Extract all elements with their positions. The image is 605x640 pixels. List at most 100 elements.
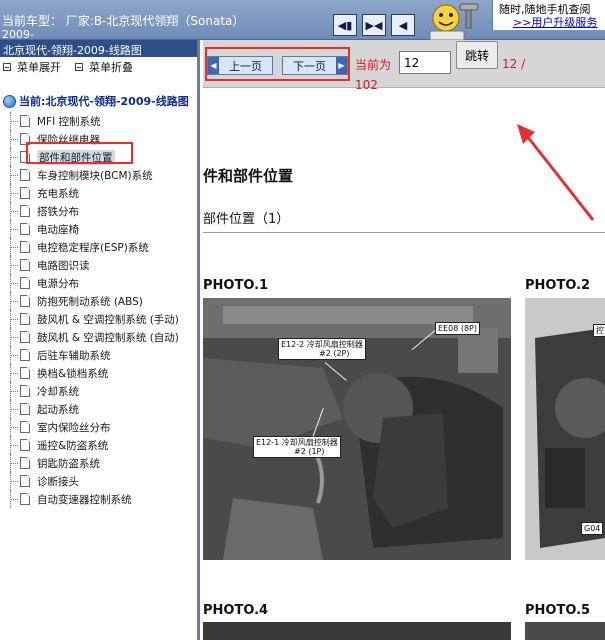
document-icon [20,421,30,433]
prev-next-button[interactable]: ▶◀ [362,14,386,36]
callout-e12-1-sub: #2 (1P) [294,447,325,456]
sidebar-item[interactable]: 电动座椅 [0,220,197,238]
photo4-image [203,622,511,640]
document-icon [20,223,30,235]
document-icon [20,367,30,379]
callout-photo2-top: 控 [593,324,605,337]
sidebar-item-label: 电源分布 [37,277,79,290]
globe-icon [3,94,16,108]
callout-e12-2-title: E12-2 冷却风扇控制器 [281,340,363,349]
document-icon [20,349,30,361]
document-icon [20,475,30,487]
sidebar-item[interactable]: 鼓风机 & 空调控制系统 (自动) [0,328,197,346]
sidebar-item[interactable]: 起动系统 [0,400,197,418]
callout-e12-1: E12-1 冷却风扇控制器 #2 (1P) [253,436,341,458]
page-total-part1: 12 / [502,57,526,71]
sidebar-item-label: 电动座椅 [37,223,79,236]
callout-e12-2-sub: #2 (2P) [319,349,350,358]
sidebar-item[interactable]: 室内保险丝分布 [0,418,197,436]
sidebar-item-label: 搭铁分布 [37,205,79,218]
annotation-arrow-icon [517,124,595,221]
page-total-part2: 102 [355,78,378,92]
document-icon [20,385,30,397]
sidebar-item-label: MFI 控制系统 [37,115,101,128]
sidebar-item[interactable]: MFI 控制系统 [0,112,197,130]
sidebar-item-label: 鼓风机 & 空调控制系统 (自动) [37,331,179,344]
photo1-image: E12-2 冷却风扇控制器 #2 (2P) EE08 (8P) E12-1 冷却… [203,298,511,560]
sidebar: 北京现代-领翔-2009-线路图 菜单展开 菜单折叠 当前:北京现代-领翔-20… [0,40,200,640]
sidebar-item-label: 遥控&防盗系统 [37,439,109,452]
document-icon [20,439,30,451]
main-content: ◀ 上一页 下一页 ▶ 当前为 跳转 12 / 102 件和部件位置 部件位置（… [203,40,605,640]
document-icon [20,331,30,343]
tree-list: MFI 控制系统 保险丝继电器 部件和部件位置 车身控制模块(BCM)系统 充电系统 搭铁… [0,112,197,508]
sidebar-item-label: 充电系统 [37,187,79,200]
first-page-button[interactable]: ◀▮ [333,14,357,36]
sidebar-item[interactable]: 冷却系统 [0,382,197,400]
sidebar-item[interactable]: 后驻车辅助系统 [0,346,197,364]
photo2-label: PHOTO.2 [525,278,591,293]
menu-expand-label: 菜单展开 [17,61,61,74]
jump-button[interactable]: 跳转 [456,41,498,69]
sidebar-item[interactable]: 钥匙防盗系统 [0,454,197,472]
document-icon [20,187,30,199]
sidebar-item[interactable]: 鼓风机 & 空调控制系统 (手动) [0,310,197,328]
document-icon [20,205,30,217]
sub-title: 部件位置（1） [203,212,290,227]
menu-ops: 菜单展开 菜单折叠 [0,57,197,77]
section-title: 件和部件位置 [203,167,294,185]
document-icon [20,295,30,307]
sidebar-item-label: 鼓风机 & 空调控制系统 (手动) [37,313,179,326]
prev-next-icon: ▶◀ [365,18,383,32]
sidebar-item-label: 起动系统 [37,403,79,416]
collapse-icon [75,63,83,71]
sidebar-item[interactable]: 搭铁分布 [0,202,197,220]
sidebar-item-label: 自动变速器控制系统 [37,493,132,506]
sidebar-item[interactable]: 充电系统 [0,184,197,202]
photo5-image [525,622,605,640]
document-icon [20,169,30,181]
prev-button[interactable]: ◀ [391,14,415,36]
menu-collapse-button[interactable]: 菜单折叠 [75,59,133,75]
document-icon [20,277,30,289]
sidebar-item[interactable]: 电路图识读 [0,256,197,274]
sidebar-item[interactable]: 自动变速器控制系统 [0,490,197,508]
menu-expand-button[interactable]: 菜单展开 [3,59,61,75]
sidebar-item[interactable]: 换档&锁档系统 [0,364,197,382]
sidebar-title: 北京现代-领翔-2009-线路图 [0,40,197,57]
photo1-label: PHOTO.1 [203,278,269,293]
menu-collapse-label: 菜单折叠 [89,61,133,74]
sidebar-item[interactable]: 遥控&防盗系统 [0,436,197,454]
sidebar-item[interactable]: 车身控制模块(BCM)系统 [0,166,197,184]
selection-highlight [26,142,133,164]
document-icon [20,115,30,127]
callout-e12-1-title: E12-1 冷却风扇控制器 [256,438,338,447]
first-page-icon: ◀▮ [337,18,353,32]
sidebar-item[interactable]: 电源分布 [0,274,197,292]
sidebar-item[interactable]: 电控稳定程序(ESP)系统 [0,238,197,256]
sidebar-item-label: 电路图识读 [37,259,90,272]
sidebar-item-label: 室内保险丝分布 [37,421,111,434]
photo5-label: PHOTO.5 [525,603,591,618]
sidebar-item[interactable]: 诊断接头 [0,472,197,490]
sidebar-item[interactable]: 防抱死制动系统 (ABS) [0,292,197,310]
page-navbar: ◀ 上一页 下一页 ▶ 当前为 跳转 12 / 102 [203,40,605,92]
current-page-label: 当前为 [355,58,392,72]
tree-root[interactable]: 当前:北京现代-领翔-2009-线路图 [3,93,189,109]
page-number-input[interactable] [399,51,451,74]
callout-photo2-bottom: G04 [581,522,604,535]
upgrade-link[interactable]: >>用户升级服务 [513,14,597,30]
callout-e12-2: E12-2 冷却风扇控制器 #2 (2P) [278,338,366,360]
document-icon [20,493,30,505]
nav-highlight-box [205,47,350,81]
top-header: 当前车型： 厂家:B-北京现代领翔（Sonata） 2009- ◀▮ ▶◀ ◀ … [0,0,605,41]
promo-box: 随时,随地手机查阅 >>用户升级服务 [492,0,605,30]
document-icon [20,403,30,415]
sidebar-item-label: 诊断接头 [37,475,79,488]
sidebar-item-label: 换档&锁档系统 [37,367,109,380]
sidebar-item-label: 车身控制模块(BCM)系统 [37,169,153,182]
document-icon [20,457,30,469]
tree-root-label: 当前:北京现代-领翔-2009-线路图 [19,95,189,108]
sidebar-item-label: 冷却系统 [37,385,79,398]
callout-e08: EE08 (8P) [435,322,480,335]
